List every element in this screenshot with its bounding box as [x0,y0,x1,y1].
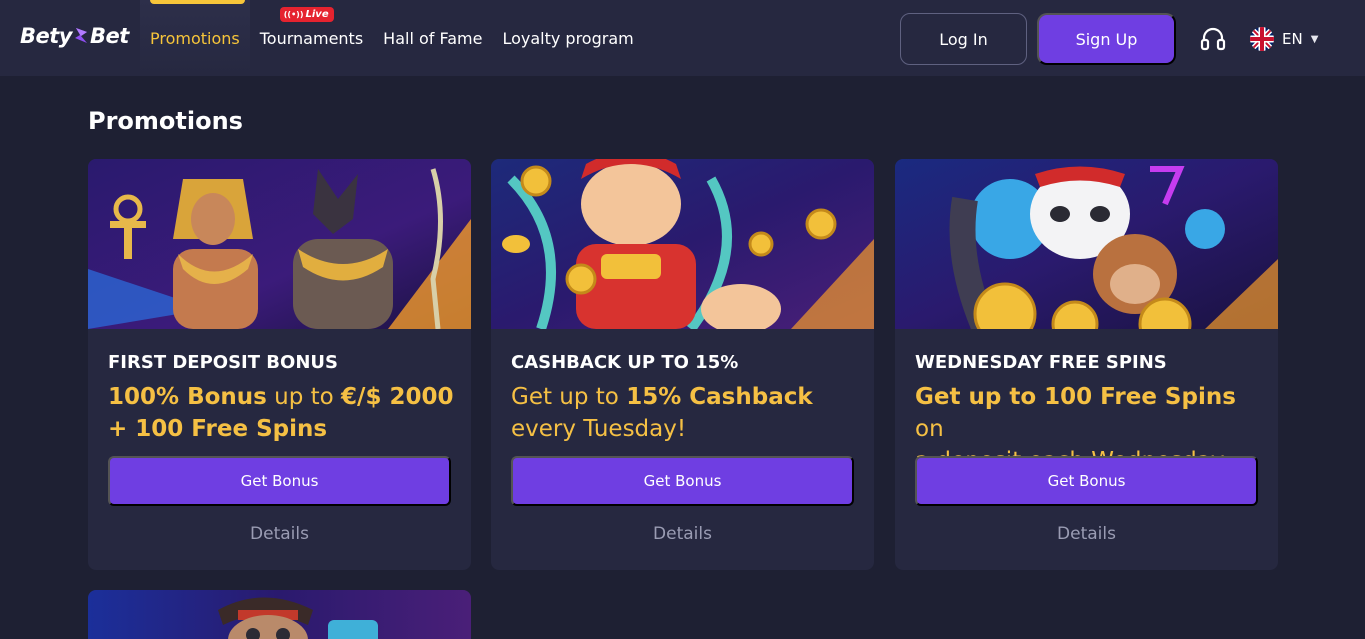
language-code: EN [1282,30,1303,48]
desc-text: every Tuesday! [511,416,687,442]
site-logo[interactable]: Bety Bet [20,24,129,48]
get-bonus-button[interactable]: Get Bonus [511,456,854,506]
logo-text-right: Bet [89,24,129,48]
desc-highlight: 15% Cashback [626,384,813,410]
get-bonus-button[interactable]: Get Bonus [915,456,1258,506]
nav-loyalty-program[interactable]: Loyalty program [492,0,643,76]
promo-description: 100% Bonus up to €/$ 2000 + 100 Free Spi… [108,381,458,445]
desc-text: on [915,416,944,442]
live-badge-label: Live [305,9,329,20]
nav-tournaments[interactable]: ((•)) Live Tournaments [250,0,373,76]
nav-promotions-label: Promotions [150,28,240,48]
promo-card-partial [88,590,471,639]
promo-title: FIRST DEPOSIT BONUS [108,352,338,373]
desc-highlight: €/$ 2000 [341,384,454,410]
pirate-character-art [88,590,471,639]
desc-text: Get up to [511,384,627,410]
promo-title: WEDNESDAY FREE SPINS [915,352,1167,373]
signup-button[interactable]: Sign Up [1037,13,1176,65]
chevron-down-icon: ▼ [1310,33,1319,45]
desc-highlight: + 100 Free Spins [108,416,328,442]
details-link[interactable]: Details [915,524,1258,546]
details-link[interactable]: Details [108,524,451,546]
logo-ribbon-icon [74,28,87,43]
nav-tournaments-label: Tournaments [259,28,364,48]
desc-text: up to [266,384,342,410]
top-header: Bety Bet Promotions ((•)) Live Tournamen… [0,0,1365,76]
egyptian-pharaoh-anubis-art [88,159,471,329]
broadcast-icon: ((•)) [283,10,304,19]
live-badge: ((•)) Live [279,7,334,22]
promo-card-cashback: CASHBACK UP TO 15% Get up to 15% Cashbac… [491,159,874,570]
get-bonus-button[interactable]: Get Bonus [108,456,451,506]
nav-hall-of-fame-label: Hall of Fame [383,28,483,48]
language-selector[interactable]: EN ▼ [1250,26,1318,52]
details-link[interactable]: Details [511,524,854,546]
nav-hall-of-fame[interactable]: Hall of Fame [373,0,492,76]
main-nav: Promotions ((•)) Live Tournaments Hall o… [140,0,644,76]
promo-card-first-deposit: FIRST DEPOSIT BONUS 100% Bonus up to €/$… [88,159,471,570]
login-button[interactable]: Log In [900,13,1027,65]
panda-monkey-lucky-seven-art [895,159,1278,329]
headset-icon[interactable] [1199,25,1227,53]
promo-card-wednesday-spins: WEDNESDAY FREE SPINS Get up to 100 Free … [895,159,1278,570]
page-title: Promotions [88,107,243,135]
uk-flag-icon [1250,27,1274,51]
promo-title: CASHBACK UP TO 15% [511,352,739,373]
fortune-god-gold-coins-art [491,159,874,329]
logo-text-left: Bety [20,24,72,48]
nav-promotions[interactable]: Promotions [140,0,250,76]
promo-description: Get up to 15% Cashback every Tuesday! [511,381,861,445]
desc-highlight: 100% Bonus [108,384,267,410]
nav-loyalty-program-label: Loyalty program [502,28,634,48]
desc-highlight: Get up to 100 Free Spins [915,384,1236,410]
